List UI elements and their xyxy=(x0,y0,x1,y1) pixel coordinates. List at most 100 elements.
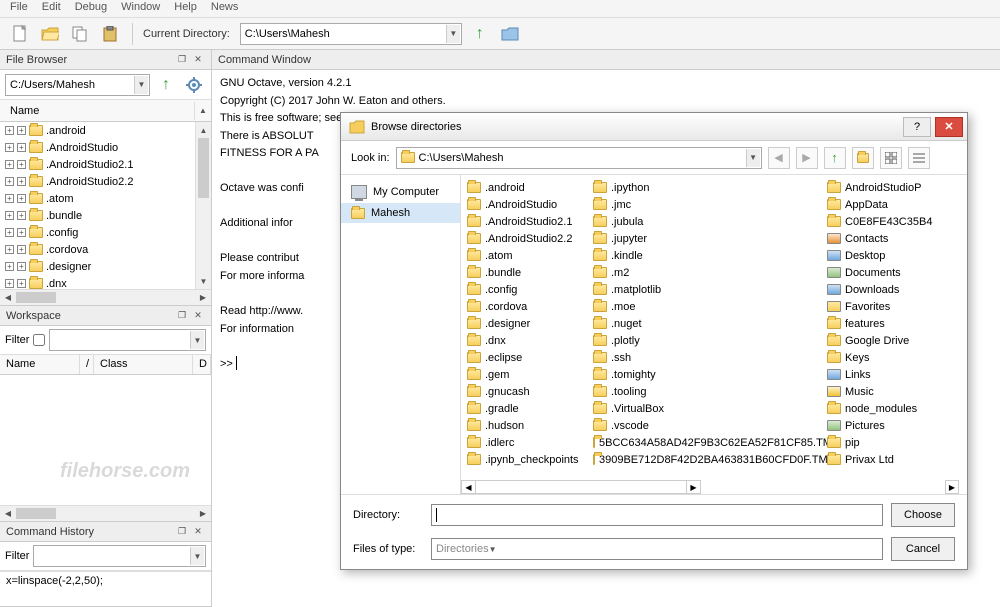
restore-icon[interactable]: ❐ xyxy=(175,309,189,323)
column-scroll-up[interactable]: ▲ xyxy=(195,106,211,115)
list-item[interactable]: .ipynb_checkpoints xyxy=(467,451,593,468)
list-item[interactable]: .AndroidStudio2.1 xyxy=(467,213,593,230)
command-history-filter-input[interactable]: ▼ xyxy=(33,545,206,567)
expand-icon[interactable]: + xyxy=(17,160,26,169)
open-file-icon[interactable] xyxy=(38,22,62,46)
list-item[interactable]: .bundle xyxy=(467,264,593,281)
restore-icon[interactable]: ❐ xyxy=(175,53,189,67)
menu-help[interactable]: Help xyxy=(174,1,197,16)
up-button[interactable]: ↑ xyxy=(824,147,846,169)
choose-button[interactable]: Choose xyxy=(891,503,955,527)
scroll-up-icon[interactable]: ▲ xyxy=(196,122,211,138)
expand-icon[interactable]: + xyxy=(17,177,26,186)
scroll-down-icon[interactable]: ▼ xyxy=(196,273,211,289)
column-name[interactable]: Name xyxy=(0,102,195,120)
expand-icon[interactable]: + xyxy=(5,211,14,220)
tree-row[interactable]: ++.atom xyxy=(0,190,211,207)
list-item[interactable]: .android xyxy=(467,179,593,196)
place-my-computer[interactable]: My Computer xyxy=(341,181,460,203)
list-view-button[interactable] xyxy=(908,147,930,169)
list-item[interactable]: .jmc xyxy=(593,196,827,213)
cancel-button[interactable]: Cancel xyxy=(891,537,955,561)
expand-icon[interactable]: + xyxy=(5,143,14,152)
menu-edit[interactable]: Edit xyxy=(42,1,61,16)
new-script-icon[interactable] xyxy=(8,22,32,46)
list-item[interactable]: .eclipse xyxy=(467,349,593,366)
expand-icon[interactable]: + xyxy=(17,194,26,203)
parent-dir-icon[interactable]: ↑ xyxy=(468,22,492,46)
tree-row[interactable]: ++.bundle xyxy=(0,207,211,224)
chevron-down-icon[interactable]: ▼ xyxy=(190,331,204,349)
scroll-right-icon[interactable]: ▶ xyxy=(195,506,211,521)
list-item[interactable]: .idlerc xyxy=(467,434,593,451)
chevron-down-icon[interactable]: ▼ xyxy=(746,149,760,167)
list-item[interactable]: AndroidStudioP xyxy=(827,179,957,196)
list-item[interactable]: AppData xyxy=(827,196,957,213)
scroll-track[interactable] xyxy=(476,481,686,493)
list-item[interactable]: .cordova xyxy=(467,298,593,315)
dialog-titlebar[interactable]: Browse directories ? ✕ xyxy=(341,113,967,141)
tree-row[interactable]: ++.android xyxy=(0,122,211,139)
list-item[interactable]: .nuget xyxy=(593,315,827,332)
scroll-left-icon[interactable]: ◀ xyxy=(462,481,476,493)
scrollbar-horizontal[interactable]: ◀ ▶ xyxy=(0,505,211,521)
workspace-body[interactable] xyxy=(0,375,211,505)
list-item[interactable]: features xyxy=(827,315,957,332)
expand-icon[interactable]: + xyxy=(17,228,26,237)
expand-icon[interactable]: + xyxy=(5,228,14,237)
close-icon[interactable]: ✕ xyxy=(191,309,205,323)
list-item[interactable]: Links xyxy=(827,366,957,383)
expand-icon[interactable]: + xyxy=(17,126,26,135)
list-item[interactable]: .gnucash xyxy=(467,383,593,400)
tree-row[interactable]: ++.config xyxy=(0,224,211,241)
paste-icon[interactable] xyxy=(98,22,122,46)
back-button[interactable]: ◀ xyxy=(768,147,790,169)
col-d[interactable]: D xyxy=(193,355,211,374)
place-mahesh[interactable]: Mahesh xyxy=(341,203,460,223)
list-item[interactable]: .ipython xyxy=(593,179,827,196)
file-browser-tree[interactable]: ++.android++.AndroidStudio++.AndroidStud… xyxy=(0,122,211,289)
list-item[interactable]: 3909BE712D8F42D2BA463831B60CFD0F.TMP xyxy=(593,451,827,468)
list-item[interactable]: Documents xyxy=(827,264,957,281)
list-item[interactable]: .kindle xyxy=(593,247,827,264)
list-item[interactable]: .tooling xyxy=(593,383,827,400)
scroll-right-icon[interactable]: ▶ xyxy=(686,481,700,493)
scrollbar-vertical[interactable]: ▲ ▼ xyxy=(195,122,211,289)
col-sort-icon[interactable]: / xyxy=(80,355,94,374)
list-item[interactable]: .jubula xyxy=(593,213,827,230)
close-button[interactable]: ✕ xyxy=(935,117,963,137)
expand-icon[interactable]: + xyxy=(17,143,26,152)
chevron-down-icon[interactable]: ▼ xyxy=(134,76,148,94)
menu-debug[interactable]: Debug xyxy=(75,1,107,16)
col-name[interactable]: Name xyxy=(0,355,80,374)
menu-news[interactable]: News xyxy=(211,1,239,16)
list-item[interactable]: 5BCC634A58AD42F9B3C62EA52F81CF85.TMP xyxy=(593,434,827,451)
list-item[interactable]: .matplotlib xyxy=(593,281,827,298)
close-icon[interactable]: ✕ xyxy=(191,53,205,67)
expand-icon[interactable]: + xyxy=(5,177,14,186)
tree-row[interactable]: ++.AndroidStudio2.2 xyxy=(0,173,211,190)
expand-icon[interactable]: + xyxy=(17,262,26,271)
parent-dir-icon[interactable]: ↑ xyxy=(154,73,178,97)
col-class[interactable]: Class xyxy=(94,355,193,374)
expand-icon[interactable]: + xyxy=(5,262,14,271)
list-item[interactable]: .ssh xyxy=(593,349,827,366)
menu-file[interactable]: File xyxy=(10,1,28,16)
list-item[interactable]: .jupyter xyxy=(593,230,827,247)
scroll-thumb[interactable] xyxy=(16,508,56,519)
list-item[interactable]: .VirtualBox xyxy=(593,400,827,417)
tree-row[interactable]: ++.designer xyxy=(0,258,211,275)
list-item[interactable]: .AndroidStudio xyxy=(467,196,593,213)
list-item[interactable]: .AndroidStudio2.2 xyxy=(467,230,593,247)
list-item[interactable]: Pictures xyxy=(827,417,957,434)
chevron-down-icon[interactable]: ▼ xyxy=(190,547,204,565)
icon-view-button[interactable] xyxy=(880,147,902,169)
list-item[interactable]: .dnx xyxy=(467,332,593,349)
list-item[interactable]: Desktop xyxy=(827,247,957,264)
list-item[interactable]: Downloads xyxy=(827,281,957,298)
expand-icon[interactable]: + xyxy=(5,279,14,288)
menu-window[interactable]: Window xyxy=(121,1,160,16)
list-item[interactable]: .m2 xyxy=(593,264,827,281)
tree-row[interactable]: ++.cordova xyxy=(0,241,211,258)
list-item[interactable]: Keys xyxy=(827,349,957,366)
